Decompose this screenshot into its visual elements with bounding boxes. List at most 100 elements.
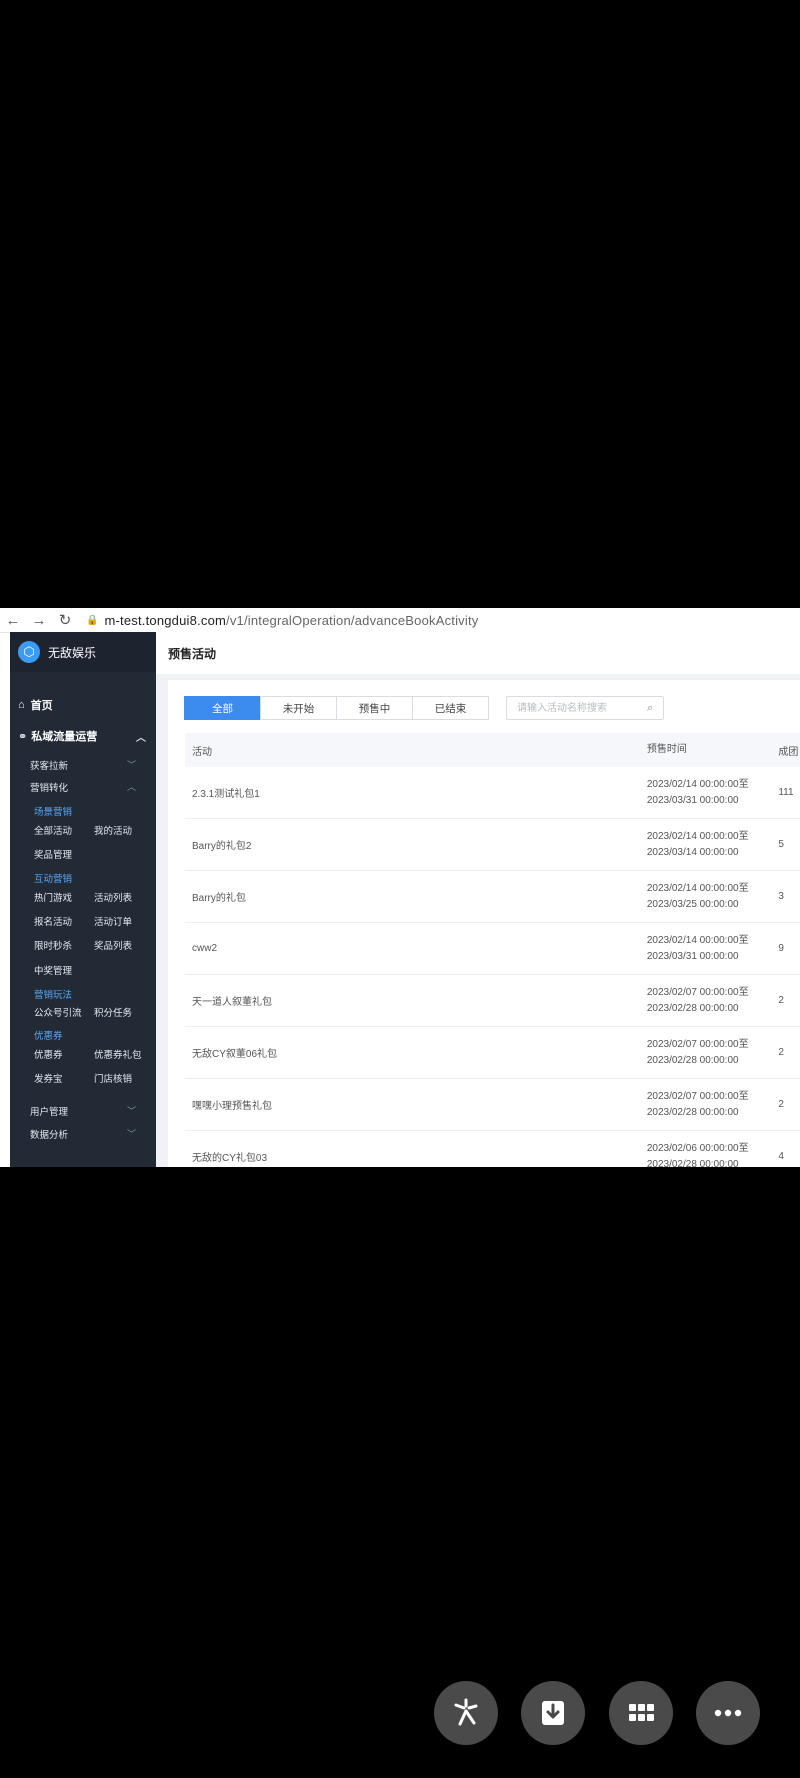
sidebar-item-signup[interactable]: 报名活动 <box>34 914 72 928</box>
activity-name: cww2 <box>192 943 218 954</box>
group-count: 9 <box>778 943 784 954</box>
content-card: 全部 未开始 预售中 已结束 ⌕ 活动 预售时间 成团 2.3.1测试礼包1 2… <box>168 680 800 1167</box>
table-row[interactable]: 2.3.1测试礼包1 2023/02/14 00:00:00至 2023/03/3… <box>185 767 800 819</box>
column-activity: 活动 <box>192 746 212 758</box>
back-icon[interactable]: ← <box>0 612 26 629</box>
main-content: 预售活动 全部 未开始 预售中 已结束 ⌕ 活动 预售时间 成团 2.3.1测试… <box>156 632 800 1167</box>
sidebar-item-points-task[interactable]: 积分任务 <box>94 1005 132 1019</box>
address-bar: ← → ↻ 🔒 m-test.tongdui8.com/v1/integralO… <box>0 608 800 633</box>
sidebar-item-orders[interactable]: 活动订单 <box>94 914 132 928</box>
search-input[interactable] <box>515 701 647 715</box>
more-icon <box>714 1709 742 1717</box>
sidebar-item-data-analysis[interactable]: 数据分析 ﹀ <box>30 1127 136 1141</box>
section-marketing-play: 营销玩法 <box>34 990 73 1001</box>
chevron-up-icon: ︿ <box>126 782 136 792</box>
section-interactive-marketing: 互动营销 <box>34 874 73 885</box>
group-count: 2 <box>778 995 784 1006</box>
brand-name: 无敌娱乐 <box>48 645 97 660</box>
sidebar-item-all-activity[interactable]: 全部活动 <box>34 823 72 837</box>
browser-screenshot: ← → ↻ 🔒 m-test.tongdui8.com/v1/integralO… <box>0 608 800 1167</box>
tab-not-started[interactable]: 未开始 <box>260 696 337 720</box>
section-coupon: 优惠券 <box>34 1031 63 1042</box>
tab-presale[interactable]: 预售中 <box>336 696 413 720</box>
activity-name: 无敌的CY礼包03 <box>192 1153 268 1164</box>
table-header: 活动 预售时间 成团 <box>185 733 800 767</box>
column-group: 成团 <box>778 746 799 758</box>
presale-time: 2023/02/14 00:00:00至 2023/03/14 00:00:00 <box>646 830 749 858</box>
tab-all[interactable]: 全部 <box>184 696 261 720</box>
table-row[interactable]: cww2 2023/02/14 00:00:00至 2023/03/31 00:0… <box>185 923 800 975</box>
activity-name: Barry的礼包2 <box>192 841 252 852</box>
grid-button[interactable] <box>609 1681 673 1745</box>
forward-icon[interactable]: → <box>26 612 52 629</box>
share-icon <box>454 1698 478 1726</box>
presale-time: 2023/02/06 00:00:00至 2023/02/28 00:00:00 <box>646 1142 749 1168</box>
presale-time: 2023/02/07 00:00:00至 2023/02/28 00:00:00 <box>646 986 749 1014</box>
presale-time: 2023/02/14 00:00:00至 2023/03/31 00:00:00 <box>646 934 749 962</box>
sidebar-group-private-traffic[interactable]: ⚭ 私域流量运营 ︿ <box>18 728 146 744</box>
sidebar-item-prize-mgmt[interactable]: 奖品管理 <box>34 847 72 861</box>
sidebar-item-my-activity[interactable]: 我的活动 <box>94 823 132 837</box>
section-scene-marketing: 场景营销 <box>34 807 73 818</box>
share-button[interactable] <box>434 1681 498 1745</box>
table-row[interactable]: 无敌的CY礼包03 2023/02/06 00:00:00至 2023/02/28… <box>185 1131 800 1168</box>
presale-time: 2023/02/07 00:00:00至 2023/02/28 00:00:00 <box>646 1090 749 1118</box>
group-count: 5 <box>778 839 784 850</box>
chevron-down-icon: ﹀ <box>126 1106 136 1116</box>
group-icon: ⚭ <box>18 730 28 743</box>
search-box: ⌕ <box>506 696 664 720</box>
activity-name: 无敌CY叙董06礼包 <box>192 1049 278 1060</box>
presale-time: 2023/02/07 00:00:00至 2023/02/28 00:00:00 <box>646 1038 749 1066</box>
activity-table: 活动 预售时间 成团 2.3.1测试礼包1 2023/02/14 00:00:0… <box>185 733 800 1167</box>
group-count: 3 <box>778 891 784 902</box>
sidebar-item-coupon-pack[interactable]: 优惠券礼包 <box>94 1047 142 1061</box>
sidebar-item-activity-list[interactable]: 活动列表 <box>94 890 132 904</box>
sidebar-item-hot-games[interactable]: 热门游戏 <box>34 890 72 904</box>
group-count: 4 <box>778 1151 784 1162</box>
presale-time: 2023/02/14 00:00:00至 2023/03/31 00:00:00 <box>646 778 749 806</box>
sidebar: ⬡ 无敌娱乐 ⌂ 首页 ⚭ 私域流量运营 ︿ 获客拉新 ﹀ 营销转化 ︿ 场景营销 全部活… <box>10 632 156 1167</box>
sidebar-item-store-verify[interactable]: 门店核销 <box>94 1071 132 1085</box>
table-row[interactable]: 无敌CY叙董06礼包 2023/02/07 00:00:00至 2023/02/2… <box>185 1027 800 1079</box>
activity-name: Barry的礼包 <box>192 893 246 904</box>
table-row[interactable]: Barry的礼包 2023/02/14 00:00:00至 2023/03/25 … <box>185 871 800 923</box>
download-button[interactable] <box>521 1681 585 1745</box>
group-count: 2 <box>778 1047 784 1058</box>
sidebar-item-official-account[interactable]: 公众号引流 <box>34 1005 82 1019</box>
table-row[interactable]: 嘿嘿小理预售礼包 2023/02/07 00:00:00至 2023/02/28 … <box>185 1079 800 1131</box>
lock-icon: 🔒 <box>86 614 99 626</box>
chevron-down-icon: ﹀ <box>126 760 136 770</box>
page-title: 预售活动 <box>156 632 800 674</box>
sidebar-item-flash-sale[interactable]: 限时秒杀 <box>34 938 72 952</box>
activity-name: 2.3.1测试礼包1 <box>192 789 260 800</box>
more-button[interactable] <box>696 1681 760 1745</box>
sidebar-item-prize-list[interactable]: 奖品列表 <box>94 938 132 952</box>
group-count: 2 <box>778 1099 784 1110</box>
table-row[interactable]: 天一道人叙董礼包 2023/02/07 00:00:00至 2023/02/28 … <box>185 975 800 1027</box>
status-tabs: 全部 未开始 预售中 已结束 <box>184 696 489 720</box>
group-count: 111 <box>778 787 794 798</box>
sidebar-item-winner-mgmt[interactable]: 中奖管理 <box>34 963 72 977</box>
sidebar-item-acquisition[interactable]: 获客拉新 ﹀ <box>30 758 136 772</box>
logo-icon: ⬡ <box>18 641 40 663</box>
presale-time: 2023/02/14 00:00:00至 2023/03/25 00:00:00 <box>646 882 749 910</box>
sidebar-item-user-mgmt[interactable]: 用户管理 ﹀ <box>30 1104 136 1118</box>
chevron-down-icon: ﹀ <box>126 1129 136 1139</box>
home-icon: ⌂ <box>18 699 25 711</box>
search-icon[interactable]: ⌕ <box>647 702 653 715</box>
column-presale-time: 预售时间 <box>646 744 687 755</box>
sidebar-item-fajuanbao[interactable]: 发券宝 <box>34 1071 63 1085</box>
sidebar-item-conversion[interactable]: 营销转化 ︿ <box>30 780 136 794</box>
sidebar-item-coupon[interactable]: 优惠券 <box>34 1047 63 1061</box>
download-icon <box>542 1701 564 1725</box>
activity-name: 嘿嘿小理预售礼包 <box>192 1101 272 1112</box>
brand: ⬡ 无敌娱乐 <box>10 632 156 672</box>
sidebar-item-home[interactable]: ⌂ 首页 <box>18 697 53 713</box>
tab-ended[interactable]: 已结束 <box>412 696 489 720</box>
chevron-up-icon: ︿ <box>136 732 146 744</box>
url-text[interactable]: m-test.tongdui8.com/v1/integralOperation… <box>104 613 478 628</box>
reload-icon[interactable]: ↻ <box>52 611 78 629</box>
table-row[interactable]: Barry的礼包2 2023/02/14 00:00:00至 2023/03/14… <box>185 819 800 871</box>
activity-name: 天一道人叙董礼包 <box>192 997 272 1008</box>
grid-icon <box>629 1704 654 1721</box>
